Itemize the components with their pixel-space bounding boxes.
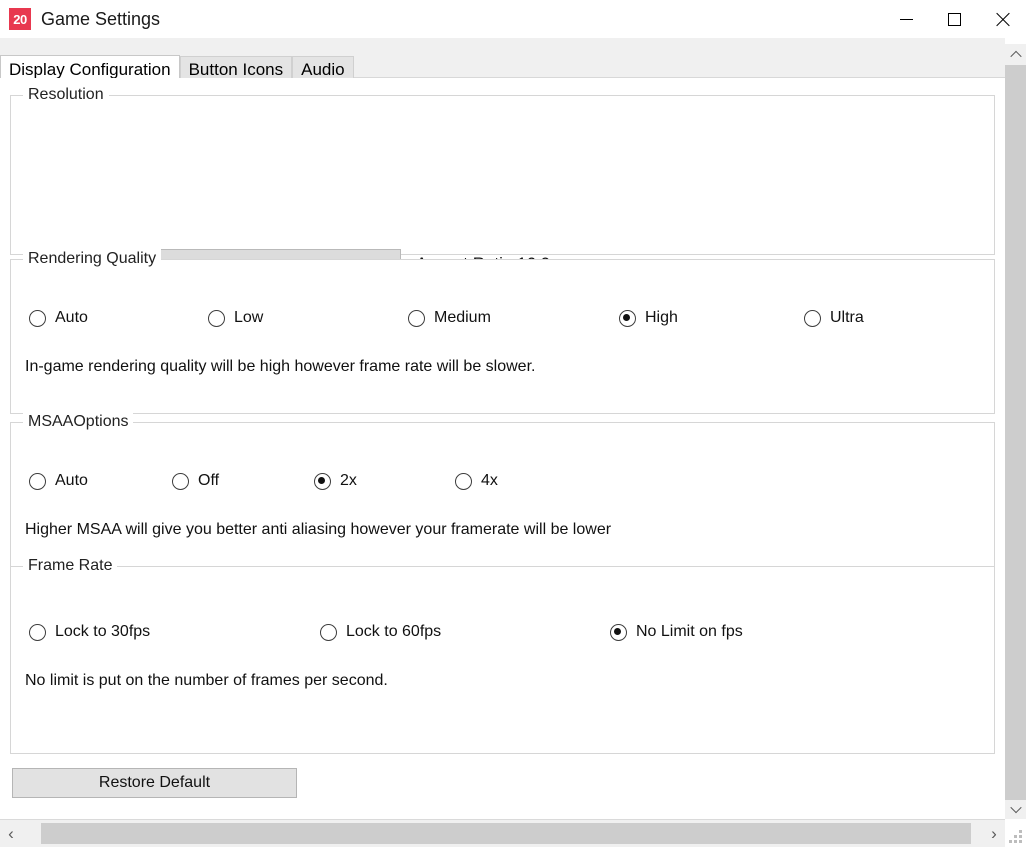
group-resolution-title: Resolution	[23, 85, 109, 105]
group-frame-rate-title: Frame Rate	[23, 556, 117, 576]
minimize-button[interactable]	[882, 0, 930, 38]
radio-quality-low[interactable]: Low	[208, 309, 263, 327]
radio-lock-60fps[interactable]: Lock to 60fps	[320, 623, 441, 641]
close-icon	[995, 12, 1010, 27]
horizontal-scrollbar-thumb[interactable]	[41, 823, 971, 844]
radio-label: Lock to 30fps	[55, 623, 150, 641]
radio-label: 2x	[340, 472, 357, 490]
scroll-up-button[interactable]	[1005, 44, 1026, 65]
radio-quality-medium[interactable]: Medium	[408, 309, 491, 327]
scroll-down-button[interactable]	[1005, 798, 1026, 819]
game-settings-window: 20 Game Settings Display Configuration B…	[0, 0, 1026, 847]
radio-label: Auto	[55, 472, 88, 490]
close-button[interactable]	[978, 0, 1026, 38]
radio-dot-icon	[408, 310, 425, 327]
radio-dot-icon	[208, 310, 225, 327]
radio-label: Lock to 60fps	[346, 623, 441, 641]
radio-quality-auto[interactable]: Auto	[29, 309, 88, 327]
radio-dot-icon	[804, 310, 821, 327]
radio-msaa-4x[interactable]: 4x	[455, 472, 498, 490]
group-msaa-options: MSAAOptions Auto Off 2x 4x Higher MSAA w…	[10, 422, 995, 567]
radio-label: Off	[198, 472, 219, 490]
radio-label: Medium	[434, 309, 491, 327]
window-controls	[882, 0, 1026, 38]
radio-dot-icon	[314, 473, 331, 490]
radio-quality-ultra[interactable]: Ultra	[804, 309, 864, 327]
tab-strip: Display Configuration Button Icons Audio	[0, 38, 1005, 78]
horizontal-scrollbar[interactable]: ‹ ›	[0, 819, 1005, 847]
radio-dot-icon	[29, 624, 46, 641]
display-configuration-panel: Resolution 1920x1080 Aspect Ratio 16:9 F…	[0, 78, 1005, 818]
scroll-right-button[interactable]: ›	[983, 820, 1005, 847]
radio-dot-icon	[29, 310, 46, 327]
chevron-down-icon	[1010, 801, 1021, 812]
chevron-up-icon	[1010, 50, 1021, 61]
radio-msaa-off[interactable]: Off	[172, 472, 219, 490]
group-rendering-quality: Rendering Quality Auto Low Medium High U…	[10, 259, 995, 414]
restore-default-button[interactable]: Restore Default	[12, 768, 297, 798]
app-icon-20: 20	[9, 8, 31, 30]
vertical-scrollbar[interactable]	[1005, 44, 1026, 819]
radio-no-limit-fps[interactable]: No Limit on fps	[610, 623, 743, 641]
scroll-left-button[interactable]: ‹	[0, 820, 22, 847]
radio-label: 4x	[481, 472, 498, 490]
maximize-button[interactable]	[930, 0, 978, 38]
radio-dot-icon	[610, 624, 627, 641]
maximize-icon	[948, 13, 961, 26]
group-resolution: Resolution 1920x1080 Aspect Ratio 16:9 F…	[10, 95, 995, 255]
radio-dot-icon	[455, 473, 472, 490]
rendering-quality-description: In-game rendering quality will be high h…	[25, 358, 535, 376]
radio-msaa-2x[interactable]: 2x	[314, 472, 357, 490]
group-rendering-quality-title: Rendering Quality	[23, 249, 161, 269]
radio-label: High	[645, 309, 678, 327]
minimize-icon	[900, 19, 913, 20]
radio-label: Low	[234, 309, 263, 327]
title-bar: 20 Game Settings	[0, 0, 1026, 38]
group-msaa-options-title: MSAAOptions	[23, 412, 133, 432]
group-frame-rate: Frame Rate Lock to 30fps Lock to 60fps N…	[10, 566, 995, 754]
resize-grip[interactable]	[1009, 830, 1023, 844]
radio-dot-icon	[29, 473, 46, 490]
radio-dot-icon	[320, 624, 337, 641]
frame-rate-description: No limit is put on the number of frames …	[25, 672, 388, 690]
vertical-scrollbar-thumb[interactable]	[1005, 65, 1026, 800]
radio-label: Ultra	[830, 309, 864, 327]
radio-label: No Limit on fps	[636, 623, 743, 641]
radio-quality-high[interactable]: High	[619, 309, 678, 327]
msaa-description: Higher MSAA will give you better anti al…	[25, 521, 611, 539]
radio-lock-30fps[interactable]: Lock to 30fps	[29, 623, 150, 641]
window-title: Game Settings	[41, 10, 160, 28]
radio-label: Auto	[55, 309, 88, 327]
radio-dot-icon	[172, 473, 189, 490]
radio-dot-icon	[619, 310, 636, 327]
radio-msaa-auto[interactable]: Auto	[29, 472, 88, 490]
